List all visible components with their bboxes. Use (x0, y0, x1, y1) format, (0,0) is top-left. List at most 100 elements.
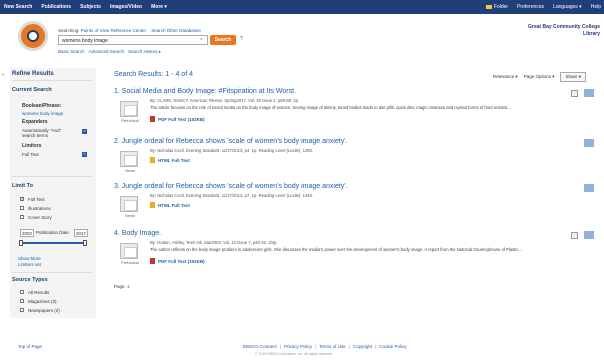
current-search-heading[interactable]: Current Search (12, 87, 52, 93)
footer-copyright: © 2019 EBSCO Industries, Inc. All rights… (255, 352, 334, 356)
folder-link[interactable]: Folder (485, 4, 508, 10)
search-input[interactable]: womens body image (58, 35, 208, 45)
page-1-link[interactable]: 1 (127, 284, 130, 289)
relevance-dropdown[interactable]: Relevance ▾ (493, 74, 518, 80)
html-full-text-link[interactable]: HTML Full Text (150, 202, 190, 208)
all-results-label: All Results (28, 290, 50, 295)
add-to-folder-icon[interactable] (584, 89, 594, 97)
add-to-folder-icon[interactable] (584, 139, 594, 147)
magazines-checkbox[interactable] (20, 299, 24, 303)
newspapers-checkbox[interactable] (20, 308, 24, 312)
result-title-link[interactable]: 1. Social Media and Body Image: #Fitspir… (114, 88, 296, 95)
refine-results-title: Refine Results (12, 71, 54, 77)
result-type: Periodical (121, 260, 139, 265)
add-to-folder-icon[interactable] (584, 231, 594, 239)
library-name: Great Bay Community College Library (528, 24, 600, 37)
date-slider-start-handle[interactable] (19, 240, 23, 246)
result-type: Periodical (121, 118, 139, 123)
remove-expander-icon[interactable]: × (82, 129, 87, 134)
all-results-checkbox[interactable] (20, 290, 24, 294)
languages-link[interactable]: Languages ▾ (553, 4, 582, 10)
date-slider-track[interactable] (20, 242, 86, 244)
limit-to-heading[interactable]: Limit To (12, 183, 33, 189)
footer-privacy-link[interactable]: Privacy Policy (284, 344, 312, 349)
result-meta: By: Nicholas Cecil. Evening Standard. 11… (150, 148, 314, 153)
preview-icon[interactable] (571, 90, 578, 97)
result-type: News (124, 213, 135, 218)
footer-terms-link[interactable]: Terms of Use (319, 344, 346, 349)
top-of-page-link[interactable]: Top of Page (18, 344, 42, 349)
result-type: News (124, 168, 135, 173)
search-history-link[interactable]: Search History ▸ (128, 49, 161, 55)
illustrations-label: Illustrations (28, 206, 51, 211)
result-meta: By: CLARK, NANCY. American Fitness. Spri… (150, 98, 300, 103)
page-options-dropdown[interactable]: Page Options ▾ (524, 74, 555, 80)
remove-limiter-icon[interactable]: × (82, 152, 87, 157)
show-more-link[interactable]: Show More (18, 256, 41, 261)
pagination: Page: 1 (114, 284, 130, 289)
illustrations-checkbox[interactable] (20, 206, 24, 210)
footer-ebsco-connect-link[interactable]: EBSCO Connect (243, 344, 277, 349)
html-full-text-link[interactable]: HTML Full Text (150, 157, 190, 163)
result-abstract: The author reflects on the body image pr… (150, 247, 522, 252)
cover-story-label: Cover Story (28, 215, 52, 220)
result-meta: By: Nicholas Cecil. Evening Standard. 11… (150, 193, 314, 198)
footer-links: EBSCO Connect | Privacy Policy | Terms o… (243, 344, 407, 349)
results-toolbar: Relevance ▾ Page Options ▾ Share ▾ (493, 72, 586, 82)
result-title-link[interactable]: 2. Jungle ordeal for Rebecca shows 'scal… (114, 138, 348, 145)
help-link[interactable]: Help (591, 4, 601, 10)
result-item: 4. Body Image. By: Hutton, Ashley. Teen … (114, 230, 594, 275)
date-slider-end-handle[interactable] (83, 240, 87, 246)
result-title-link[interactable]: 3. Jungle ordeal for Rebecca shows 'scal… (114, 183, 348, 190)
add-to-folder-icon[interactable] (584, 184, 594, 192)
ebsco-logo[interactable] (18, 21, 48, 51)
limiters-label: Limiters (22, 143, 42, 149)
share-button[interactable]: Share ▾ (560, 72, 586, 82)
advanced-search-link[interactable]: Advanced Search (89, 49, 125, 55)
sidebar-divider (12, 176, 92, 177)
nav-publications[interactable]: Publications (41, 4, 71, 10)
footer-copyright-link[interactable]: Copyright (353, 344, 372, 349)
collapse-sidebar-icon[interactable]: « (2, 72, 5, 78)
result-title-link[interactable]: 4. Body Image. (114, 230, 161, 237)
full-text-checkbox[interactable] (20, 196, 24, 202)
html-icon (150, 202, 155, 208)
boolean-phrase-value[interactable]: womens body image (22, 111, 63, 116)
pdf-full-text-link[interactable]: PDF Full Text (102KB) (150, 116, 205, 122)
news-icon (120, 196, 138, 212)
result-abstract: The article focuses on the role of socia… (150, 105, 511, 110)
nav-new-search[interactable]: New Search (4, 4, 32, 10)
folder-icon (485, 4, 492, 9)
pdf-icon (150, 258, 155, 264)
date-to-input[interactable]: 2017 (74, 229, 88, 237)
news-icon (120, 151, 138, 167)
preview-icon[interactable] (571, 232, 578, 239)
pdf-full-text-link[interactable]: PDF Full Text (102KB) (150, 258, 205, 264)
magazines-label: Magazines (3) (28, 299, 57, 304)
clear-search-icon[interactable]: × (200, 37, 203, 43)
periodical-icon (120, 243, 138, 259)
search-other-databases-link[interactable]: Search Other Databases (151, 28, 201, 33)
pdf-icon (150, 116, 155, 122)
sidebar-divider (12, 80, 92, 81)
top-right-links: Folder Preferences Languages ▾ Help (485, 4, 601, 10)
footer-cookie-link[interactable]: Cookie Policy (379, 344, 406, 349)
preferences-link[interactable]: Preferences (517, 4, 544, 10)
basic-search-link[interactable]: Basic Search (58, 49, 85, 55)
search-button[interactable]: Search (210, 35, 236, 45)
nav-images-video[interactable]: Images/Video (110, 4, 142, 10)
help-icon[interactable]: ? (240, 36, 243, 42)
expanders-label: Expanders (22, 119, 48, 125)
date-from-input[interactable]: 2002 (20, 229, 34, 237)
database-name: Points of View Reference Center (80, 28, 146, 33)
cover-story-checkbox[interactable] (20, 215, 24, 219)
newspapers-label: Newspapers (2) (28, 308, 60, 313)
limiters-set-link[interactable]: Limiters set (18, 262, 41, 267)
nav-subjects[interactable]: Subjects (80, 4, 101, 10)
top-nav: New Search Publications Subjects Images/… (4, 4, 167, 10)
boolean-phrase-label: Boolean/Phrase: (22, 103, 62, 109)
searching-line: Searching: Points of View Reference Cent… (58, 28, 201, 33)
result-item: 1. Social Media and Body Image: #Fitspir… (114, 88, 594, 138)
nav-more[interactable]: More ▾ (151, 4, 167, 10)
source-types-heading[interactable]: Source Types (12, 277, 48, 283)
